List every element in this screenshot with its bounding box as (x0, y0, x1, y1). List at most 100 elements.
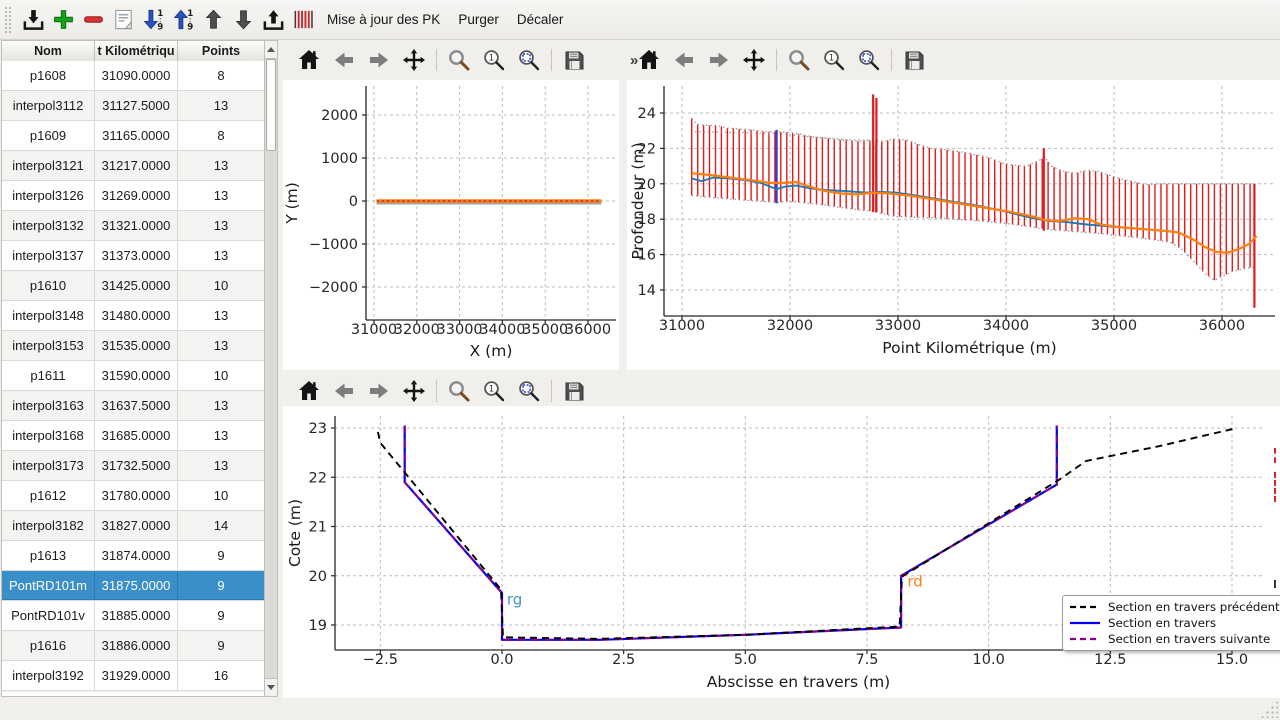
back-button[interactable] (331, 377, 357, 405)
zoom-one-button[interactable]: 1 (821, 46, 847, 74)
zoom-fit-button[interactable] (516, 46, 542, 74)
table-cell[interactable]: 13 (178, 91, 265, 120)
table-cell[interactable]: 9 (178, 541, 265, 570)
table-cell[interactable]: p1610 (2, 271, 95, 300)
table-row[interactable]: interpol317331732.500013 (2, 451, 265, 481)
table-cell[interactable]: 13 (178, 181, 265, 210)
table-row[interactable]: interpol319231929.000016 (2, 661, 265, 691)
table-cell[interactable]: 13 (178, 421, 265, 450)
table-cell[interactable]: 31373.0000 (95, 241, 178, 270)
table-cell[interactable]: 13 (178, 391, 265, 420)
table-cell[interactable]: interpol3168 (2, 421, 95, 450)
column-header-nom[interactable]: Nom (2, 41, 95, 61)
toolbar-grip[interactable] (4, 6, 12, 34)
table-row[interactable]: interpol312631269.000013 (2, 181, 265, 211)
export-button[interactable] (258, 4, 288, 36)
pan-button[interactable] (401, 46, 427, 74)
home-button[interactable] (296, 377, 322, 405)
table-cell[interactable]: interpol3126 (2, 181, 95, 210)
table-cell[interactable]: 31885.0000 (95, 601, 178, 630)
home-button[interactable] (636, 46, 662, 74)
table-cell[interactable]: p1612 (2, 481, 95, 510)
scroll-down-button[interactable] (265, 678, 277, 696)
table-row[interactable]: PontRD101m31875.00009 (2, 571, 265, 601)
table-cell[interactable]: 31827.0000 (95, 511, 178, 540)
forward-button[interactable] (706, 46, 732, 74)
table-cell[interactable]: 14 (178, 511, 265, 540)
table-cell[interactable]: 31480.0000 (95, 301, 178, 330)
trace-chart[interactable]: 310003200033000340003500036000−2000−1000… (283, 80, 619, 370)
zoom-one-button[interactable]: 1 (481, 377, 507, 405)
table-cell[interactable]: 31165.0000 (95, 121, 178, 150)
remove-button[interactable] (78, 4, 108, 36)
table-cell[interactable]: 13 (178, 151, 265, 180)
table-cell[interactable]: 31780.0000 (95, 481, 178, 510)
table-cell[interactable]: 31685.0000 (95, 421, 178, 450)
table-cell[interactable]: interpol3173 (2, 451, 95, 480)
table-cell[interactable]: 31127.5000 (95, 91, 178, 120)
table-row[interactable]: p161331874.00009 (2, 541, 265, 571)
table-cell[interactable]: 31090.0000 (95, 61, 178, 90)
table-cell[interactable]: p1608 (2, 61, 95, 90)
zoom-button[interactable] (446, 46, 472, 74)
table-row[interactable]: interpol313731373.000013 (2, 241, 265, 271)
table-cell[interactable]: interpol3182 (2, 511, 95, 540)
table-cell[interactable]: 31269.0000 (95, 181, 178, 210)
table-cell[interactable]: interpol3112 (2, 91, 95, 120)
table-cell[interactable]: 9 (178, 571, 265, 600)
table-cell[interactable]: 31425.0000 (95, 271, 178, 300)
table-cell[interactable]: interpol3121 (2, 151, 95, 180)
table-cell[interactable]: 10 (178, 481, 265, 510)
table-cell[interactable]: 8 (178, 61, 265, 90)
zoom-button[interactable] (786, 46, 812, 74)
shift-button[interactable]: Décaler (508, 8, 573, 31)
table-cell[interactable]: 31217.0000 (95, 151, 178, 180)
window-resize-grip[interactable] (1260, 700, 1278, 718)
table-cell[interactable]: 31590.0000 (95, 361, 178, 390)
table-cell[interactable]: 13 (178, 451, 265, 480)
table-cell[interactable]: p1616 (2, 631, 95, 660)
notes-button[interactable] (108, 4, 138, 36)
table-cell[interactable]: PontRD101v (2, 601, 95, 630)
table-row[interactable]: interpol318231827.000014 (2, 511, 265, 541)
sort-descending-button[interactable]: 1 9 (138, 4, 168, 36)
zoom-fit-button[interactable] (516, 377, 542, 405)
back-button[interactable] (671, 46, 697, 74)
table-row[interactable]: p161231780.000010 (2, 481, 265, 511)
table-row[interactable]: interpol313231321.000013 (2, 211, 265, 241)
table-row[interactable]: interpol316831685.000013 (2, 421, 265, 451)
table-cell[interactable]: 10 (178, 361, 265, 390)
table-cell[interactable]: interpol3163 (2, 391, 95, 420)
scroll-up-button[interactable] (265, 41, 277, 59)
sort-ascending-button[interactable]: 1 9 (168, 4, 198, 36)
save-button[interactable] (561, 377, 587, 405)
table-row[interactable]: p161631886.00009 (2, 631, 265, 661)
table-cell[interactable]: interpol3153 (2, 331, 95, 360)
pan-button[interactable] (741, 46, 767, 74)
table-row[interactable]: PontRD101v31885.00009 (2, 601, 265, 631)
table-cell[interactable]: 9 (178, 601, 265, 630)
save-button[interactable] (901, 46, 927, 74)
table-row[interactable]: p160831090.00008 (2, 61, 265, 91)
table-row[interactable]: interpol314831480.000013 (2, 301, 265, 331)
column-header-points[interactable]: Points (178, 41, 265, 61)
table-row[interactable]: interpol312131217.000013 (2, 151, 265, 181)
home-button[interactable] (296, 46, 322, 74)
table-cell[interactable]: 10 (178, 271, 265, 300)
scrollbar-thumb[interactable] (266, 59, 276, 151)
add-button[interactable] (48, 4, 78, 36)
pan-button[interactable] (401, 377, 427, 405)
table-cell[interactable]: p1609 (2, 121, 95, 150)
table-cell[interactable]: 13 (178, 301, 265, 330)
table-cell[interactable]: interpol3148 (2, 301, 95, 330)
zoom-fit-button[interactable] (856, 46, 882, 74)
table-row[interactable]: p160931165.00008 (2, 121, 265, 151)
table-cell[interactable]: 16 (178, 661, 265, 690)
profil-chart[interactable]: 3100032000330003400035000360001416182022… (627, 80, 1280, 370)
purge-button[interactable]: Purger (449, 8, 508, 31)
table-cell[interactable]: 31637.5000 (95, 391, 178, 420)
zoom-one-button[interactable]: 1 (481, 46, 507, 74)
table-cell[interactable]: 31874.0000 (95, 541, 178, 570)
pk-sections-button[interactable] (288, 4, 318, 36)
back-button[interactable] (331, 46, 357, 74)
